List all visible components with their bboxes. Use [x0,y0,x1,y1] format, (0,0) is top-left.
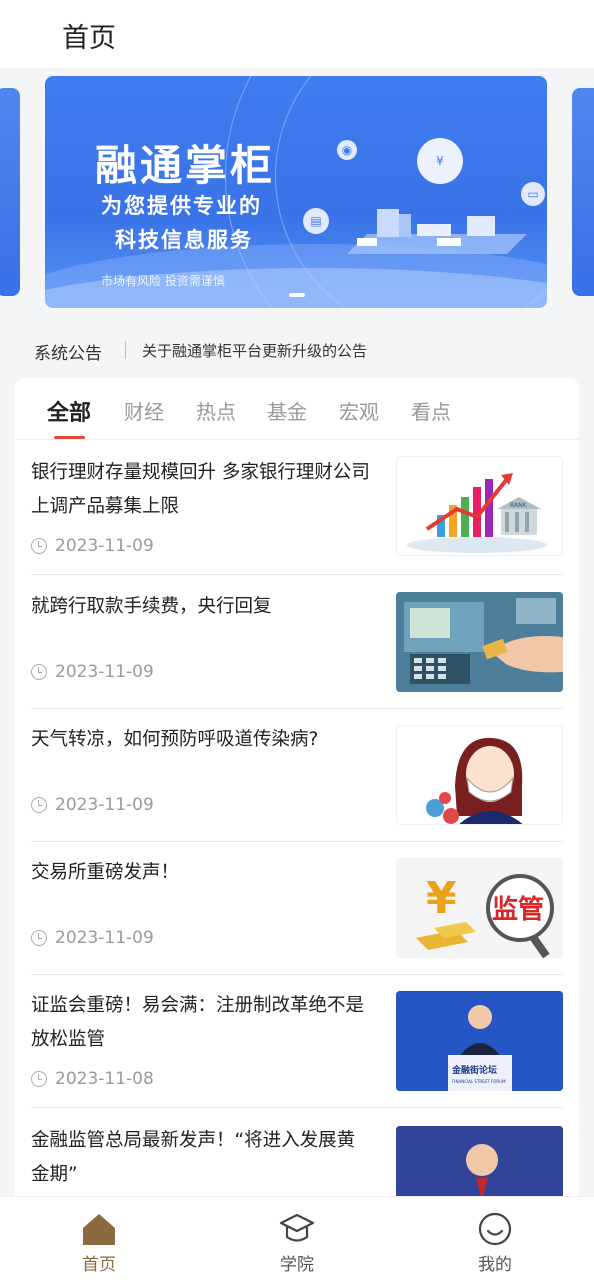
news-thumbnail [396,725,563,825]
news-thumbnail: 金融街论坛 FINANCIAL STREET FORUM [396,991,563,1091]
news-item[interactable]: 交易所重磅发声！ 2023-11-09 ¥ 监管 [31,842,563,975]
svg-text:BANK: BANK [510,502,528,509]
clock-icon [31,664,47,680]
notice-label: 系统公告 [34,344,102,364]
tab-all[interactable]: 全部 [47,395,91,427]
news-title: 证监会重磅！易会满：注册制改革绝不是放松监管 [31,995,365,1050]
news-date: 2023-11-09 [31,662,154,682]
news-title: 交易所重磅发声！ [31,862,180,883]
news-title: 银行理财存量规模回升 多家银行理财公司上调产品募集上限 [31,462,370,517]
nav-home[interactable]: 首页 [39,1197,159,1280]
news-date: 2023-11-09 [31,795,154,815]
tab-finance[interactable]: 财经 [124,396,164,425]
nav-profile[interactable]: 我的 [435,1197,555,1280]
money-bag-icon: ¥ [417,138,463,184]
top-bar: 首页 [0,0,594,68]
clock-icon [31,797,47,813]
banner-carousel[interactable]: 融通掌柜 为您提供专业的 科技信息服务 市场有风险 投资需谨慎 ¥ ◉ ▤ ▭ [0,68,594,318]
news-title: 就跨行取款手续费，央行回复 [31,596,272,617]
news-date: 2023-11-09 [31,928,154,948]
tab-highlights[interactable]: 看点 [411,396,451,425]
clock-icon [31,538,47,554]
news-thumbnail: BANK [396,456,563,556]
banner-subtitle-2: 科技信息服务 [115,228,253,252]
nav-profile-label: 我的 [478,1255,512,1275]
banner-title: 融通掌柜 [95,141,276,190]
tab-fund[interactable]: 基金 [267,396,307,425]
svg-text:监管: 监管 [492,895,544,925]
svg-text:金融街论坛: 金融街论坛 [451,1064,497,1076]
smile-icon [478,1212,512,1246]
banner-next-slide[interactable] [572,88,594,296]
news-title: 金融监管总局最新发声！“将进入发展黄金期” [31,1130,356,1185]
carousel-indicator [289,293,305,297]
news-title: 天气转凉，如何预防呼吸道传染病? [31,729,319,750]
home-icon [83,1214,115,1245]
nav-home-label: 首页 [82,1255,116,1275]
document-icon: ▤ [303,208,329,234]
page-title: 首页 [62,23,116,54]
category-tabs: 全部 财经 热点 基金 宏观 看点 [15,378,579,440]
svg-text:¥: ¥ [426,873,457,924]
tab-macro[interactable]: 宏观 [339,396,379,425]
bottom-navigation: 首页 学院 我的 [0,1196,594,1280]
news-thumbnail [396,592,563,692]
nav-academy-label: 学院 [280,1255,314,1275]
tab-hot[interactable]: 热点 [196,396,236,425]
graduation-cap-icon [279,1213,315,1242]
banner-slide[interactable]: 融通掌柜 为您提供专业的 科技信息服务 市场有风险 投资需谨慎 ¥ ◉ ▤ ▭ [45,76,547,308]
news-item[interactable]: 就跨行取款手续费，央行回复 2023-11-09 [31,576,563,709]
coin-icon: ◉ [337,140,357,160]
notice-divider [125,341,126,359]
system-notice[interactable]: 系统公告 关于融通掌柜平台更新升级的公告 [0,330,594,370]
news-item[interactable]: 证监会重磅！易会满：注册制改革绝不是放松监管 2023-11-08 金融街论坛 … [31,975,563,1108]
platform-illustration [347,209,527,254]
news-date: 2023-11-09 [31,536,154,556]
news-date: 2023-11-08 [31,1069,154,1089]
banner-prev-slide[interactable] [0,88,20,296]
svg-text:FINANCIAL STREET FORUM: FINANCIAL STREET FORUM [452,1079,506,1084]
news-card: 全部 财经 热点 基金 宏观 看点 银行理财存量规模回升 多家银行理财公司上调产… [15,378,579,1218]
banner-subtitle-1: 为您提供专业的 [101,194,262,218]
active-tab-indicator [54,436,85,439]
news-thumbnail: ¥ 监管 [396,858,563,958]
notice-text[interactable]: 关于融通掌柜平台更新升级的公告 [142,340,367,361]
clock-icon [31,930,47,946]
nav-academy[interactable]: 学院 [237,1197,357,1280]
banner-risk-note: 市场有风险 投资需谨慎 [101,274,225,288]
news-item[interactable]: 天气转凉，如何预防呼吸道传染病? 2023-11-09 [31,709,563,842]
news-item[interactable]: 银行理财存量规模回升 多家银行理财公司上调产品募集上限 2023-11-09 B [31,442,563,575]
clock-icon [31,1071,47,1087]
